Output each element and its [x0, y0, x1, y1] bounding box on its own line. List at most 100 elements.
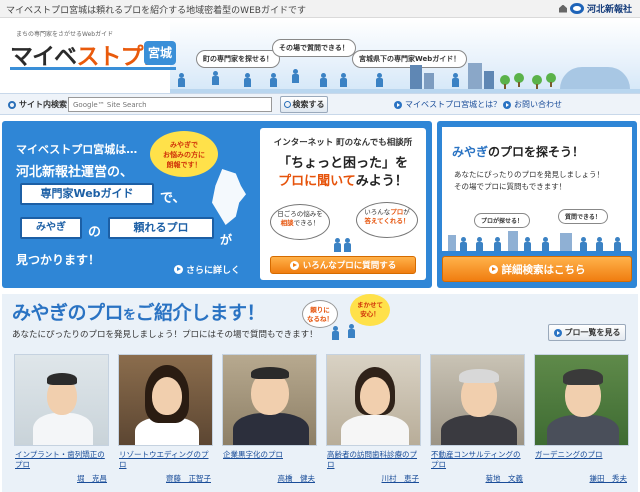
hero-box-miyagi: みやぎ	[20, 217, 82, 239]
pro-card[interactable]: 不動産コンサルティングのプロ 菊地 文義	[430, 354, 525, 484]
building-icon	[448, 235, 456, 251]
pro-name-link[interactable]: 高橋 健夫	[278, 473, 316, 484]
pro-photo[interactable]	[222, 354, 317, 446]
kahoku-logo[interactable]: 河北新報社	[558, 2, 632, 15]
pro-card[interactable]: ガーデニングのプロ 鎌田 秀夫	[534, 354, 629, 484]
photo-hair	[459, 369, 499, 383]
pro-category-link[interactable]: ガーデニングのプロ	[535, 450, 629, 460]
hero-text-no: の	[88, 225, 102, 240]
hero-callout-text: みやぎで お悩みの方に 朗報です！	[163, 141, 205, 169]
pro-photo[interactable]	[118, 354, 213, 446]
person-icon	[580, 237, 587, 251]
miyagi-map-icon	[212, 169, 246, 225]
photo-figure	[441, 415, 517, 445]
about-link[interactable]: マイベストプロ宮城とは？	[394, 99, 501, 110]
person-icon	[348, 324, 357, 342]
search-bar: サイト内検索 検索する マイベストプロ宮城とは？ お問い合わせ	[0, 93, 640, 115]
answer-bubble-a: いろんな	[364, 208, 391, 216]
about-link-label: マイベストプロ宮城とは？	[405, 100, 502, 109]
person-icon	[332, 326, 341, 344]
home-icon[interactable]	[558, 4, 567, 13]
pro-category-link[interactable]: リゾートウエディングのプロ	[119, 450, 213, 470]
person-icon	[542, 237, 549, 251]
person-icon	[596, 237, 603, 251]
site-header: まちの専門家をさがせるWebガイド マイベストプロ 宮城 町の専門家を探せる！ …	[0, 19, 640, 93]
pro-card[interactable]: 高齢者の訪問歯科診療のプロ 川村 恵子	[326, 354, 421, 484]
question-card-headline-2: プロに聞いてみよう！	[260, 170, 426, 189]
pro-category-link[interactable]: 不動産コンサルティングのプロ	[431, 450, 525, 470]
pro-name-link[interactable]: 菊地 文義	[486, 473, 524, 484]
pro-photo[interactable]	[430, 354, 525, 446]
building-icon	[410, 65, 422, 89]
find-bubble-2: 質問できる！	[558, 209, 608, 224]
person-icon	[292, 69, 299, 83]
arrow-circle-icon	[174, 265, 183, 274]
person-icon	[614, 237, 621, 251]
consult-bubble-c: できる！	[293, 219, 320, 227]
intro-bubble-2-text: まかせて 安心！	[357, 301, 383, 318]
photo-face	[152, 377, 182, 415]
headline-highlight: プロに聞いて	[278, 174, 356, 189]
hero-line-end: 見つかります！	[16, 253, 101, 267]
pro-photo[interactable]	[14, 354, 109, 446]
pro-name-link[interactable]: 齋藤 正智子	[166, 473, 211, 484]
hero-box-webguide: 専門家Webガイド	[20, 183, 154, 205]
search-input[interactable]	[68, 97, 272, 112]
pro-name-link[interactable]: 鎌田 秀夫	[590, 473, 628, 484]
question-card-headline-1: 「ちょっと困った」を	[277, 156, 408, 171]
find-bubble-1: プロが探せる！	[474, 213, 531, 228]
search-button[interactable]: 検索する	[280, 96, 328, 113]
arrow-circle-icon	[553, 328, 562, 337]
pro-photo[interactable]	[534, 354, 629, 446]
pro-name-link[interactable]: 川村 恵子	[382, 473, 420, 484]
find-title-b: のプロを探そう！	[488, 145, 585, 159]
photo-figure	[341, 415, 409, 445]
building-icon	[560, 233, 572, 251]
arrow-circle-icon	[289, 260, 299, 270]
intro-bubble-2: まかせて 安心！	[350, 294, 390, 326]
hero-callout-bubble: みやぎで お悩みの方に 朗報です！	[150, 131, 218, 177]
site-tagline: マイベストプロ宮城は頼れるプロを紹介する地域密着型のWEBガイドです	[6, 6, 306, 16]
ask-pros-button-label: いろんなプロに質問する	[302, 261, 397, 271]
pro-category-link[interactable]: インプラント・歯列矯正のプロ	[15, 450, 109, 470]
photo-hair	[563, 369, 603, 385]
person-icon	[334, 238, 341, 252]
more-details-link[interactable]: さらに詳しく	[174, 263, 240, 276]
consult-bubble-b: 相談	[280, 219, 294, 227]
ask-pros-button[interactable]: いろんなプロに質問する	[270, 256, 416, 274]
person-icon	[244, 73, 251, 87]
pro-list-button[interactable]: プロ一覧を見る	[548, 324, 626, 341]
contact-link-label: お問い合わせ	[514, 100, 562, 109]
contact-link[interactable]: お問い合わせ	[503, 99, 562, 110]
photo-face	[360, 377, 390, 415]
person-icon	[476, 237, 483, 251]
person-icon	[212, 71, 219, 85]
answer-bubble: いろんなプロが 答えてくれる！	[356, 202, 418, 238]
advanced-search-button[interactable]: 詳細検索はこちら	[442, 256, 632, 282]
building-icon	[424, 73, 434, 89]
find-pro-card: みやぎのプロを探そう！ あなたにぴったりのプロを発見しましょう！ その場でプロに…	[442, 127, 632, 251]
pro-category-link[interactable]: 企業黒字化のプロ	[223, 450, 317, 460]
find-pro-description: あなたにぴったりのプロを発見しましょう！ その場でプロに質問もできます！	[454, 169, 604, 193]
pro-category-link[interactable]: 高齢者の訪問歯科診療のプロ	[327, 450, 421, 470]
tree-icon	[514, 73, 524, 87]
pro-card[interactable]: リゾートウエディングのプロ 齋藤 正智子	[118, 354, 213, 484]
pro-card[interactable]: インプラント・歯列矯正のプロ 堀 克昌	[14, 354, 109, 484]
consult-bubble-a: 日ごろの悩みを	[277, 210, 323, 218]
hero-panel: マイベストプロ宮城は… 河北新報社運営の、 みやぎで お悩みの方に 朗報です！ …	[2, 121, 432, 288]
logo-underline	[10, 67, 176, 70]
question-card-title: インターネット 町のなんでも相談所	[273, 138, 413, 148]
site-search-label-text: サイト内検索	[19, 100, 67, 109]
hero-line-1: マイベストプロ宮城は…	[16, 143, 138, 156]
pro-name-link[interactable]: 堀 克昌	[77, 473, 107, 484]
consult-bubble: 日ごろの悩みを 相談できる！	[270, 204, 330, 240]
person-icon	[344, 238, 351, 252]
kahoku-mark-icon	[569, 3, 584, 14]
person-icon	[524, 237, 531, 251]
search-button-label: 検索する	[292, 100, 325, 109]
find-title-a: みやぎ	[452, 145, 489, 159]
pro-photo[interactable]	[326, 354, 421, 446]
pro-card[interactable]: 企業黒字化のプロ 高橋 健夫	[222, 354, 317, 484]
hero-line-2: 河北新報社運営の、	[16, 165, 134, 180]
site-logo[interactable]: マイベストプロ	[10, 37, 165, 71]
